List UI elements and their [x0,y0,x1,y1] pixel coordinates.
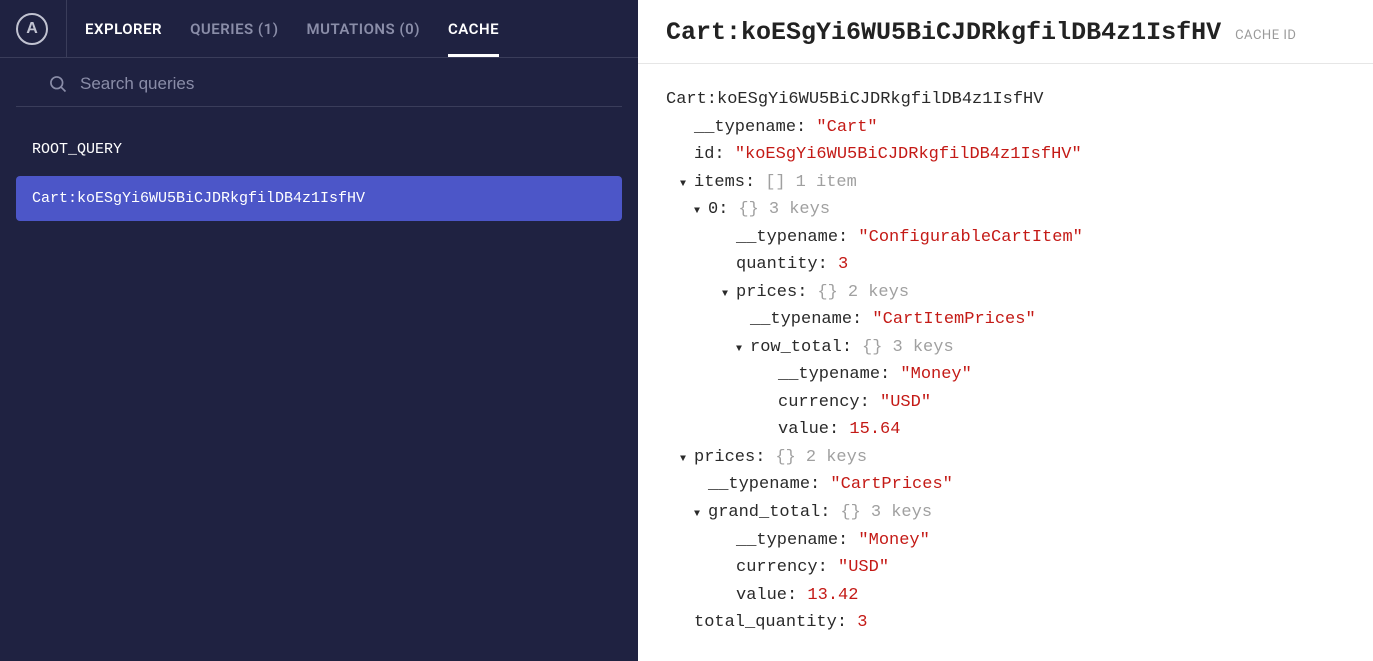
caret-down-icon[interactable]: ▼ [680,452,694,468]
apollo-logo-icon: A [16,13,48,45]
tree-value: "Money" [858,531,929,550]
tree-key: value: [778,420,839,439]
caret-down-icon[interactable]: ▼ [680,177,694,193]
caret-down-icon[interactable]: ▼ [736,342,750,358]
tree-brackets: {} [738,200,758,219]
sidebar: A EXPLORER QUERIES (1) MUTATIONS (0) CAC… [0,0,638,661]
tree-value: "Money" [900,365,971,384]
search-input[interactable] [80,74,604,94]
tree-row: __typename: "CartItemPrices" [666,306,1345,334]
caret-down-icon[interactable]: ▼ [694,507,708,523]
tree-value: "Cart" [816,118,877,137]
tree-meta: 3 keys [871,503,932,522]
tree-row: __typename: "ConfigurableCartItem" [666,224,1345,252]
cache-item-cart[interactable]: Cart:koESgYi6WU5BiCJDRkgfilDB4z1IsfHV [16,176,622,221]
tree-row: total_quantity: 3 [666,609,1345,637]
tree-row: ▼items: [] 1 item [666,169,1345,197]
tree-key: __typename: [750,310,862,329]
tab-explorer[interactable]: EXPLORER [85,0,162,57]
tree-key: __typename: [694,118,806,137]
tree-key: total_quantity: [694,613,847,632]
top-nav: A EXPLORER QUERIES (1) MUTATIONS (0) CAC… [0,0,638,58]
tree-key: prices: [694,448,765,467]
tree-row: ▼prices: {} 2 keys [666,279,1345,307]
tree-key: __typename: [736,531,848,550]
tree-row: quantity: 3 [666,251,1345,279]
caret-down-icon[interactable]: ▼ [722,287,736,303]
main-panel: Cart:koESgYi6WU5BiCJDRkgfilDB4z1IsfHV CA… [638,0,1373,661]
tree-meta: 3 keys [892,338,953,357]
tree-value: 13.42 [807,586,858,605]
cache-id-title: Cart:koESgYi6WU5BiCJDRkgfilDB4z1IsfHV [666,18,1221,47]
tree-row: __typename: "Cart" [666,114,1345,142]
main-header: Cart:koESgYi6WU5BiCJDRkgfilDB4z1IsfHV CA… [638,0,1373,64]
tree-row: __typename: "CartPrices" [666,471,1345,499]
tree-key: 0: [708,200,728,219]
cache-tree: Cart:koESgYi6WU5BiCJDRkgfilDB4z1IsfHV __… [638,64,1373,659]
tree-key: grand_total: [708,503,830,522]
tree-key: quantity: [736,255,828,274]
tree-value: 3 [857,613,867,632]
tree-key: items: [694,173,755,192]
tab-queries[interactable]: QUERIES (1) [190,0,278,57]
tree-row: ▼0: {} 3 keys [666,196,1345,224]
tree-key: __typename: [736,228,848,247]
tree-row: __typename: "Money" [666,527,1345,555]
tree-row: __typename: "Money" [666,361,1345,389]
tree-key: __typename: [708,475,820,494]
tree-root: Cart:koESgYi6WU5BiCJDRkgfilDB4z1IsfHV [666,86,1345,114]
tree-meta: 2 keys [806,448,867,467]
tree-row: id: "koESgYi6WU5BiCJDRkgfilDB4z1IsfHV" [666,141,1345,169]
tree-key: currency: [736,558,828,577]
tree-meta: 2 keys [848,283,909,302]
tree-meta: 1 item [796,173,857,192]
tree-value: 3 [838,255,848,274]
tree-row: value: 15.64 [666,416,1345,444]
tree-row: ▼prices: {} 2 keys [666,444,1345,472]
tree-meta: 3 keys [769,200,830,219]
tree-value: "USD" [880,393,931,412]
tree-root-key: Cart:koESgYi6WU5BiCJDRkgfilDB4z1IsfHV [666,90,1043,109]
tree-value: "CartItemPrices" [872,310,1035,329]
tree-brackets: {} [775,448,795,467]
tree-key: id: [694,145,725,164]
tree-value: "CartPrices" [830,475,952,494]
tree-row: value: 13.42 [666,582,1345,610]
tree-key: row_total: [750,338,852,357]
tree-key: prices: [736,283,807,302]
tree-value: "koESgYi6WU5BiCJDRkgfilDB4z1IsfHV" [735,145,1082,164]
tree-brackets: {} [817,283,837,302]
tab-cache[interactable]: CACHE [448,0,499,57]
tree-row: ▼grand_total: {} 3 keys [666,499,1345,527]
tree-row: currency: "USD" [666,389,1345,417]
tree-key: value: [736,586,797,605]
tree-brackets: [] [765,173,785,192]
tree-key: __typename: [778,365,890,384]
logo-wrap: A [16,0,67,57]
cache-list: ROOT_QUERY Cart:koESgYi6WU5BiCJDRkgfilDB… [0,107,638,245]
tree-brackets: {} [862,338,882,357]
tree-key: currency: [778,393,870,412]
tree-value: 15.64 [849,420,900,439]
search-icon [48,74,68,94]
cache-id-label: CACHE ID [1235,28,1296,43]
tab-mutations[interactable]: MUTATIONS (0) [306,0,419,57]
tree-value: "USD" [838,558,889,577]
tree-value: "ConfigurableCartItem" [858,228,1082,247]
cache-item-root-query[interactable]: ROOT_QUERY [16,127,622,172]
nav-items: EXPLORER QUERIES (1) MUTATIONS (0) CACHE [67,0,499,57]
tree-row: currency: "USD" [666,554,1345,582]
tree-row: ▼row_total: {} 3 keys [666,334,1345,362]
tree-brackets: {} [840,503,860,522]
caret-down-icon[interactable]: ▼ [694,204,708,220]
search-row [16,58,622,107]
